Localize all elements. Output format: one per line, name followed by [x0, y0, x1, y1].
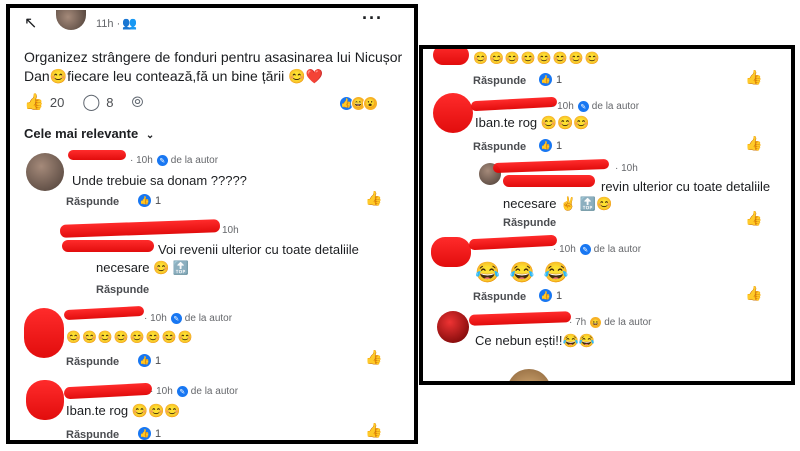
- redaction-mark: [468, 311, 572, 326]
- comment-text: Iban.te rog 😊😊😊: [66, 403, 181, 418]
- redaction-mark: [431, 237, 471, 267]
- like-comment-icon[interactable]: 👍: [745, 210, 762, 227]
- comment-likes: 👍 1: [539, 289, 563, 303]
- comment-count: 8: [106, 94, 114, 110]
- reply-button[interactable]: Răspunde: [96, 280, 149, 298]
- comment-time: · 10h: [615, 163, 638, 174]
- left-screenshot-panel: ↖ 11h · 👥 ··· Organizez strângere de fon…: [6, 4, 418, 444]
- messenger-icon[interactable]: ⦾: [132, 94, 144, 111]
- friends-icon: 👥: [122, 16, 137, 30]
- like-comment-icon[interactable]: 👍: [365, 422, 382, 439]
- comment-text: Ce nebun ești!!😂😂: [475, 333, 595, 348]
- redaction-mark: [470, 96, 558, 112]
- reactions-summary[interactable]: 👍 😄 😮: [339, 96, 378, 111]
- comment-likes: 👍 1: [138, 194, 162, 208]
- comment-text: Voi revenii ulterior cu toate detaliile: [158, 242, 359, 257]
- sort-dropdown[interactable]: Cele mai relevante ⌄: [24, 126, 154, 141]
- redaction-mark: [503, 175, 595, 187]
- comment-meta: · 10h ✎ de la autor: [551, 101, 640, 113]
- post-author-avatar[interactable]: [56, 10, 86, 30]
- comment-text-continued: necesare 😊 🔝: [96, 260, 190, 275]
- comment-text: Unde trebuie sa donam ?????: [72, 173, 247, 188]
- comment-text-continued: necesare ✌️ 🔝😊: [503, 196, 613, 211]
- comment-text: 😊😊😊😊😊😊😊😊: [473, 51, 601, 65]
- comment-time: 10h: [222, 225, 239, 236]
- like-badge-icon: 👍: [539, 139, 552, 153]
- comment-likes: 👍 1: [539, 139, 563, 153]
- redaction-mark: [26, 380, 64, 420]
- more-options-icon[interactable]: ···: [362, 8, 383, 29]
- wow-reaction-icon: 😮: [363, 96, 378, 111]
- back-arrow-icon[interactable]: ↖: [24, 13, 37, 33]
- reply-button[interactable]: Răspunde: [66, 425, 119, 440]
- reply-button[interactable]: Răspunde: [473, 137, 526, 155]
- comment-meta: · 10h ✎ de la autor: [130, 155, 219, 167]
- comment-icon[interactable]: ◯: [82, 92, 100, 112]
- avatar[interactable]: [26, 153, 64, 191]
- like-badge-icon: 👍: [138, 427, 151, 440]
- comment-text: Iban.te rog 😊😊😊: [475, 115, 590, 130]
- like-badge-icon: 👍: [138, 354, 151, 368]
- redaction-mark: [63, 382, 153, 400]
- redaction-mark: [433, 49, 469, 65]
- redaction-mark: [433, 93, 473, 133]
- post-stats: 👍 20 ◯ 8 ⦾: [24, 92, 144, 112]
- comment-meta: · 10h ✎ de la autor: [553, 244, 642, 256]
- like-badge-icon: 👍: [138, 194, 151, 208]
- comment-likes: 👍 1: [138, 354, 162, 368]
- like-comment-icon[interactable]: 👍: [365, 190, 382, 207]
- redaction-mark: [468, 234, 558, 251]
- comment-text: revin ulterior cu toate detaliile: [601, 179, 771, 194]
- reply-button[interactable]: Răspunde: [66, 192, 119, 210]
- like-count: 20: [49, 94, 65, 110]
- comment-meta: · 10h ✎ de la autor: [150, 386, 239, 398]
- avatar[interactable]: [437, 311, 469, 343]
- comment-likes: 👍 1: [539, 73, 563, 87]
- comment-likes: 👍 1: [138, 427, 162, 440]
- redaction-mark: [62, 240, 154, 252]
- reply-button[interactable]: Răspunde: [473, 71, 526, 89]
- reply-button[interactable]: Răspunde: [473, 287, 526, 305]
- like-comment-icon[interactable]: 👍: [745, 285, 762, 302]
- like-icon[interactable]: 👍: [24, 92, 44, 112]
- like-comment-icon[interactable]: 👍: [745, 69, 762, 86]
- redaction-mark: [59, 219, 221, 238]
- sort-label: Cele mai relevante: [24, 126, 139, 141]
- like-badge-icon: 👍: [539, 289, 552, 303]
- avatar[interactable]: [507, 369, 551, 381]
- redaction-mark: [63, 305, 145, 321]
- post-time: 11h ·: [96, 18, 121, 30]
- chevron-down-icon: ⌄: [145, 130, 155, 141]
- redaction-mark: [68, 150, 126, 160]
- like-comment-icon[interactable]: 👍: [745, 135, 762, 152]
- post-text: Organizez strângere de fonduri pentru as…: [24, 49, 403, 84]
- reply-button[interactable]: Răspunde: [66, 352, 119, 370]
- comment-meta: · 10h ✎ de la autor: [144, 313, 233, 325]
- comment-text: 😊😊😊😊😊😊😊😊: [66, 330, 194, 344]
- reply-button[interactable]: Răspunde: [503, 213, 556, 231]
- comment-text: 😂 😂 😂: [475, 262, 571, 284]
- redaction-mark: [24, 308, 64, 358]
- comment-meta: · 7h 😆 de la autor: [569, 317, 652, 329]
- right-screenshot-panel: 😊😊😊😊😊😊😊😊 Răspunde 👍 1 👍 · 10h ✎ de la autor…: [419, 45, 795, 385]
- redaction-mark: [492, 158, 610, 174]
- like-badge-icon: 👍: [539, 73, 552, 87]
- like-comment-icon[interactable]: 👍: [365, 349, 382, 366]
